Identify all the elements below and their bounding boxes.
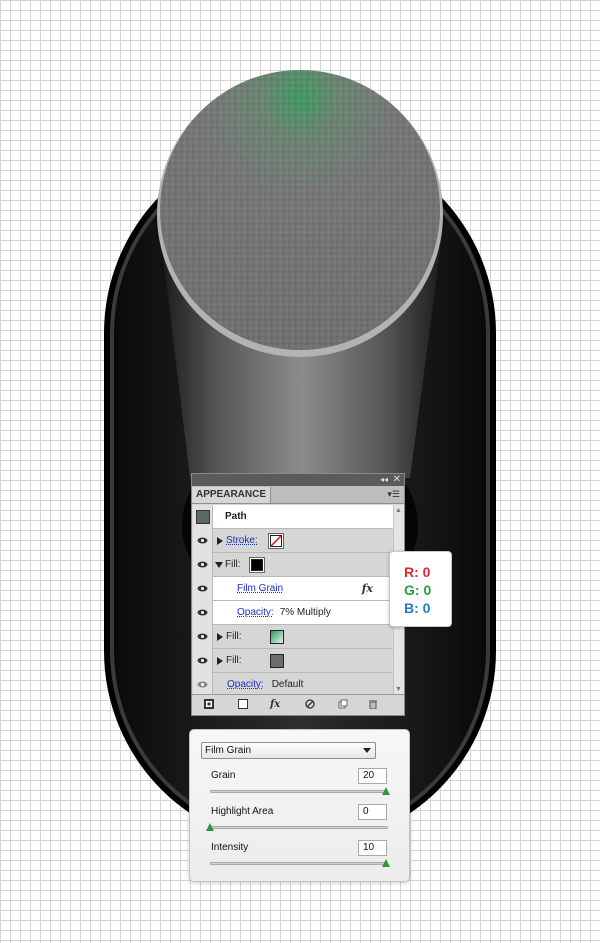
- fill-label[interactable]: Fill:: [226, 655, 242, 666]
- visibility-toggle[interactable]: [193, 648, 213, 673]
- green-value: G: 0: [404, 582, 432, 598]
- panel-tab-row: APPEARANCE ▾☰: [192, 486, 404, 504]
- effect-select[interactable]: Film Grain: [201, 742, 376, 759]
- appearance-panel: ◂◂ ✕ APPEARANCE ▾☰ Path Stroke: Fill: Fi…: [191, 473, 405, 716]
- rgb-value-callout: R: 0 G: 0 B: 0: [389, 551, 452, 627]
- red-value: R: 0: [404, 564, 431, 580]
- no-stroke-icon: [269, 534, 282, 547]
- stroke-row[interactable]: Stroke:: [193, 528, 395, 553]
- collapse-icon[interactable]: ◂◂: [380, 474, 388, 486]
- visibility-toggle[interactable]: [193, 600, 213, 625]
- highlight-area-slider[interactable]: [210, 826, 388, 829]
- blue-value: B: 0: [404, 600, 431, 616]
- close-icon[interactable]: ✕: [393, 474, 401, 486]
- fill-swatch-grey[interactable]: [269, 653, 284, 668]
- eye-icon: [197, 633, 208, 640]
- opacity-row-outer[interactable]: Opacity: Default: [193, 672, 395, 695]
- chevron-down-icon: [363, 748, 371, 753]
- add-new-stroke-icon[interactable]: [204, 699, 214, 713]
- grain-input[interactable]: 20: [358, 768, 387, 784]
- tab-appearance[interactable]: APPEARANCE: [192, 487, 271, 503]
- opacity-row-inner[interactable]: Opacity: 7% Multiply: [193, 600, 395, 625]
- visibility-toggle[interactable]: [193, 576, 213, 601]
- stroke-swatch[interactable]: [267, 532, 284, 549]
- highlight-area-input[interactable]: 0: [358, 804, 387, 820]
- top-disc: [157, 70, 443, 357]
- fill-label[interactable]: Fill:: [226, 631, 242, 642]
- duplicate-item-icon[interactable]: [338, 699, 348, 713]
- intensity-slider[interactable]: [210, 862, 388, 865]
- fill-swatch[interactable]: [248, 556, 265, 573]
- eye-icon: [197, 537, 208, 544]
- grain-slider-thumb[interactable]: [382, 787, 391, 795]
- highlight-area-slider-thumb[interactable]: [206, 823, 214, 831]
- fx-icon[interactable]: fx: [362, 582, 373, 595]
- opacity-link[interactable]: Opacity:: [227, 679, 264, 690]
- intensity-slider-thumb[interactable]: [382, 859, 391, 867]
- opacity-value: Default: [271, 679, 304, 690]
- fill-label[interactable]: Fill:: [225, 559, 241, 570]
- add-new-fill-icon[interactable]: [238, 699, 248, 713]
- eye-icon: [197, 681, 208, 688]
- opacity-link[interactable]: Opacity:: [237, 607, 274, 618]
- film-grain-row[interactable]: Film Grain fx: [193, 576, 395, 601]
- eye-icon: [197, 609, 208, 616]
- intensity-input[interactable]: 10: [358, 840, 387, 856]
- expand-triangle-icon[interactable]: [217, 656, 223, 665]
- film-grain-dialog: Film Grain Grain 20 Highlight Area 0 Int…: [189, 729, 410, 882]
- fill-swatch-gradient[interactable]: [269, 629, 284, 644]
- object-label: Path: [225, 511, 247, 522]
- eye-icon: [197, 561, 208, 568]
- object-thumbnail-cell: [193, 505, 213, 529]
- fill-row-gradient[interactable]: Fill:: [193, 624, 395, 649]
- panel-menu-icon[interactable]: ▾☰: [387, 486, 400, 503]
- eye-icon: [197, 585, 208, 592]
- visibility-toggle[interactable]: [193, 552, 213, 577]
- film-grain-link[interactable]: Film Grain: [237, 583, 283, 594]
- object-thumbnail-icon: [195, 509, 210, 524]
- collapse-triangle-icon[interactable]: [215, 561, 223, 568]
- panel-bottom-bar: fx: [192, 694, 404, 715]
- visibility-toggle[interactable]: [193, 528, 213, 553]
- object-row[interactable]: Path: [193, 505, 395, 529]
- fill-row-black[interactable]: Fill:: [193, 552, 395, 577]
- expand-triangle-icon[interactable]: [217, 632, 223, 641]
- scroll-up-icon[interactable]: ▲: [395, 507, 402, 514]
- appearance-list: Path Stroke: Fill: Film Grain fx Opacity…: [193, 505, 395, 695]
- stroke-label[interactable]: Stroke:: [226, 535, 258, 546]
- expand-triangle-icon[interactable]: [217, 536, 223, 545]
- fill-row-grey[interactable]: Fill:: [193, 648, 395, 673]
- add-new-effect-icon[interactable]: fx: [270, 699, 280, 711]
- grain-label: Grain: [211, 770, 236, 781]
- visibility-toggle[interactable]: [193, 624, 213, 649]
- grain-slider[interactable]: [210, 790, 388, 793]
- panel-title-bar[interactable]: ◂◂ ✕: [192, 474, 404, 486]
- highlight-area-label: Highlight Area: [211, 806, 274, 817]
- visibility-toggle[interactable]: [193, 672, 213, 695]
- intensity-label: Intensity: [211, 842, 249, 853]
- clear-appearance-icon[interactable]: [305, 699, 315, 713]
- delete-item-icon[interactable]: [368, 699, 378, 713]
- scroll-down-icon[interactable]: ▼: [395, 686, 402, 693]
- opacity-value: 7% Multiply: [279, 607, 331, 618]
- eye-icon: [197, 657, 208, 664]
- effect-select-value: Film Grain: [205, 745, 252, 756]
- fill-color-black: [250, 558, 263, 571]
